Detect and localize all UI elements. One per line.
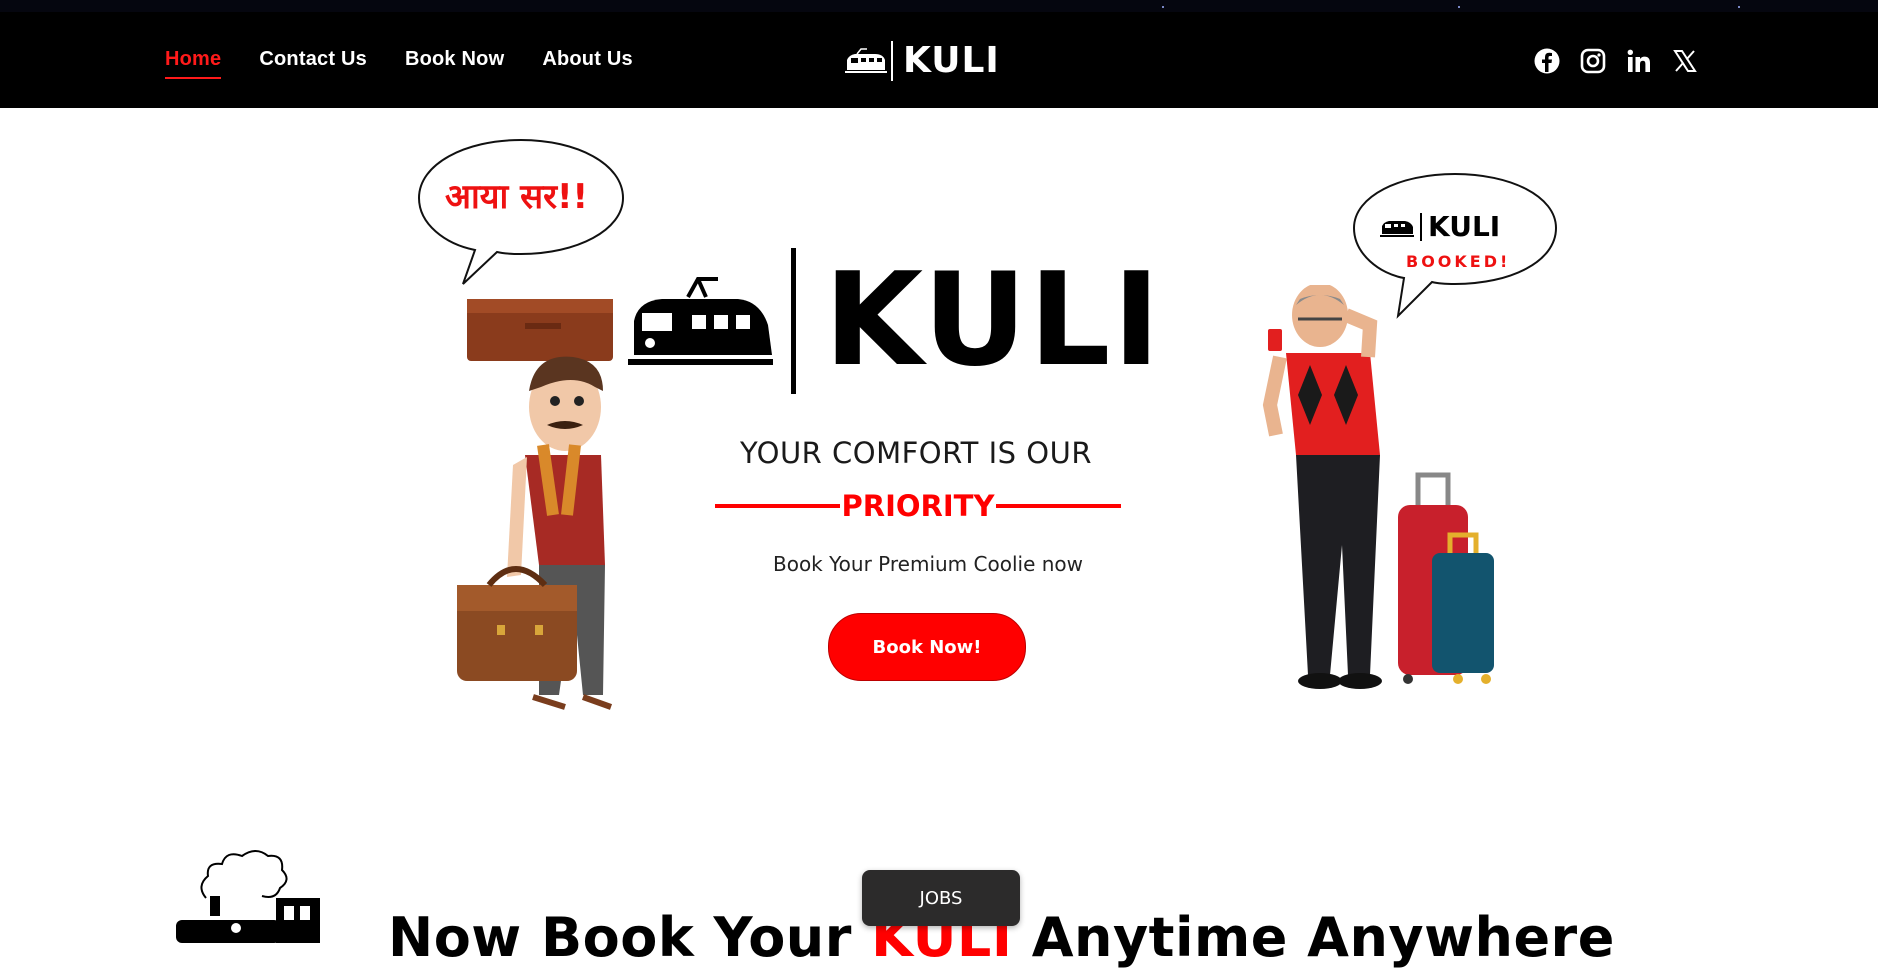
- navbar: Home Contact Us Book Now About Us KULI: [0, 12, 1878, 108]
- site-logo[interactable]: KULI: [845, 40, 1000, 81]
- top-strip: [0, 0, 1878, 12]
- train-icon: [628, 277, 773, 365]
- nav-about-link[interactable]: About Us: [542, 48, 632, 79]
- logo-divider: [1420, 212, 1422, 241]
- instagram-icon[interactable]: [1580, 48, 1606, 74]
- nav-links: Home Contact Us Book Now About Us: [165, 48, 633, 79]
- star-dot: [1162, 6, 1164, 8]
- logo-divider: [891, 40, 893, 81]
- train-icon: [845, 47, 887, 73]
- nav-book-link[interactable]: Book Now: [405, 48, 504, 79]
- porter-illustration: [457, 299, 613, 710]
- hero-logo-text: KULI: [824, 246, 1163, 395]
- speech-bubble-left: आया सर!!: [415, 136, 627, 286]
- priority-line-left: [715, 504, 840, 508]
- jobs-button[interactable]: JOBS: [862, 870, 1020, 926]
- x-icon[interactable]: [1672, 48, 1698, 74]
- star-dot: [1458, 6, 1460, 8]
- linkedin-icon[interactable]: [1626, 48, 1652, 74]
- logo-text: KULI: [903, 40, 1000, 81]
- star-dot: [1738, 6, 1740, 8]
- booked-text: BOOKED!: [1406, 252, 1511, 271]
- book-now-button[interactable]: Book Now!: [828, 613, 1026, 681]
- bubble-brand: KULI: [1380, 210, 1500, 243]
- priority-row: PRIORITY: [715, 486, 1121, 526]
- nav-home-link[interactable]: Home: [165, 48, 222, 79]
- headline-part-2: Anytime Anywhere: [1012, 906, 1615, 969]
- hero-logo: KULI: [628, 248, 1162, 394]
- train-icon: [1380, 220, 1414, 237]
- headline-part-1: Now Book Your: [388, 906, 872, 969]
- logo-divider: [791, 248, 796, 394]
- bubble-left-text: आया सर!!: [445, 177, 589, 217]
- hero-subtext: Book Your Premium Coolie now: [772, 552, 1084, 576]
- priority-text: PRIORITY: [841, 489, 995, 523]
- nav-contact-link[interactable]: Contact Us: [259, 48, 367, 79]
- steam-train-icon: [176, 850, 320, 943]
- traveller-illustration: [1262, 285, 1494, 689]
- facebook-icon[interactable]: [1534, 48, 1560, 74]
- hero-tagline: YOUR COMFORT IS OUR: [739, 436, 1092, 470]
- social-links: [1534, 48, 1698, 74]
- bubble-brand-text: KULI: [1428, 210, 1501, 243]
- priority-line-right: [996, 504, 1121, 508]
